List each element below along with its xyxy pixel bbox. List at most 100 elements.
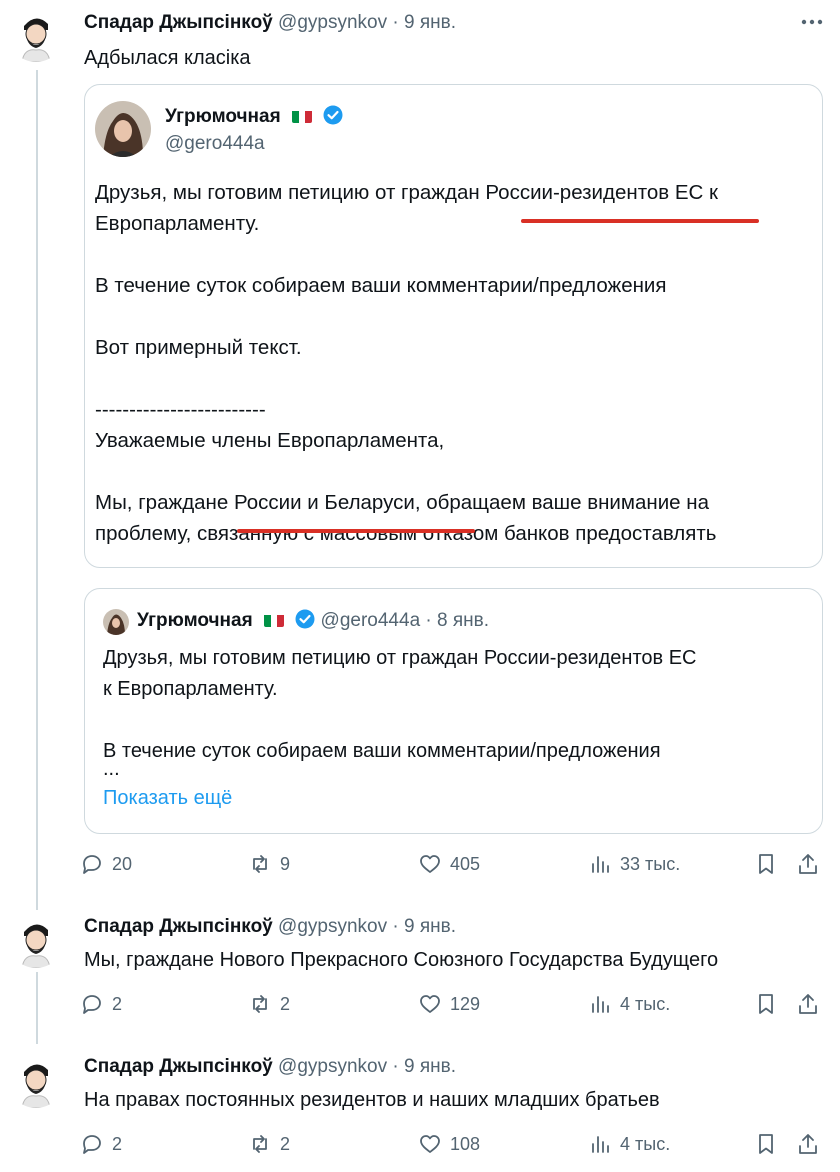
repost-button[interactable]: 2 (248, 992, 290, 1016)
author-name[interactable]: Спадар Джыпсінкоў (84, 916, 273, 937)
bookmark-button[interactable] (754, 852, 778, 876)
like-button[interactable]: 108 (418, 1132, 480, 1156)
quoted-author-handle: @gero444a (320, 610, 421, 631)
red-underline (521, 219, 759, 223)
repost-icon (253, 1135, 267, 1153)
quoted-tweet-header: Угрюмочная @gero444a · 8 янв. (137, 609, 489, 632)
tweet[interactable]: Спадар Джыпсінкоў @gypsynkov · 9 янв. На… (0, 1040, 840, 1172)
show-more-link[interactable]: Показать ещё (103, 787, 232, 810)
like-count: 108 (450, 1133, 481, 1154)
views-count: 4 тыс. (620, 993, 671, 1014)
share-icon (799, 1134, 817, 1154)
like-button[interactable]: 405 (418, 852, 480, 876)
tweet-actions: 2 2 129 4 тыс. (80, 992, 830, 1022)
views-button[interactable]: 4 тыс. (588, 992, 670, 1016)
reply-count: 2 (112, 993, 123, 1014)
like-count: 129 (450, 993, 481, 1014)
share-button[interactable] (796, 852, 820, 876)
text-line: к Европарламенту. (103, 678, 278, 700)
repost-icon (253, 855, 267, 873)
bookmark-button[interactable] (754, 1132, 778, 1156)
views-icon (592, 1136, 609, 1153)
repost-icon (253, 995, 267, 1013)
tweet-header: Спадар Джыпсінкоў @gypsynkov · 9 янв. (84, 916, 456, 938)
avatar[interactable] (8, 6, 64, 62)
author-handle[interactable]: @gypsynkov (278, 12, 387, 33)
verified-badge-icon (323, 105, 343, 125)
tweet-text: Мы, граждане Нового Прекрасного Союзного… (84, 949, 719, 971)
bookmark-icon (759, 994, 773, 1014)
reply-count: 2 (112, 1133, 123, 1154)
tweet-text: Адбылася класіка (84, 47, 251, 69)
like-count: 405 (450, 853, 481, 874)
author-name[interactable]: Спадар Джыпсінкоў (84, 12, 273, 33)
text-line: В течение суток собираем ваши комментари… (103, 740, 661, 762)
text-line: Уважаемые члены Европарламента, (95, 429, 445, 452)
tweet-text: На правах постоянных резидентов и наших … (84, 1089, 660, 1111)
like-icon (420, 995, 440, 1013)
reply-button[interactable]: 2 (80, 992, 122, 1016)
text-line: Вот примерный текст. (95, 336, 302, 359)
verified-badge-icon (295, 609, 315, 629)
like-button[interactable]: 129 (418, 992, 480, 1016)
avatar (103, 609, 129, 635)
repost-button[interactable]: 2 (248, 1132, 290, 1156)
quoted-tweet-image[interactable]: Угрюмочная @gero444a Друзья, мы готовим … (84, 84, 823, 568)
tweet-date[interactable]: 9 янв. (404, 916, 456, 937)
reply-icon (83, 995, 101, 1014)
quoted-tweet-text: Друзья, мы готовим петицию от граждан Ро… (103, 643, 697, 779)
reply-button[interactable]: 2 (80, 1132, 122, 1156)
share-icon (799, 854, 817, 874)
reply-icon (83, 1135, 101, 1154)
repost-count: 2 (280, 1133, 291, 1154)
separator: · (392, 1056, 399, 1077)
tweet-date[interactable]: 9 янв. (404, 1056, 456, 1077)
text-line: проблему, связанную с массовым отказом б… (95, 522, 717, 545)
author-handle[interactable]: @gypsynkov (278, 916, 387, 937)
avatar (95, 101, 151, 157)
quoted-tweet-date: 8 янв. (437, 610, 490, 631)
text-line: Друзья, мы готовим петицию от граждан Ро… (95, 181, 718, 204)
quoted-author-label: Угрюмочная (165, 106, 281, 127)
tweet[interactable]: Спадар Джыпсінкоў @gypsynkov · 9 янв. Мы… (0, 900, 840, 1040)
quoted-text: Друзья, мы готовим петицию от граждан Ро… (95, 177, 815, 549)
quoted-author-name: Угрюмочная (137, 610, 253, 631)
reply-icon (83, 855, 101, 874)
repost-button[interactable]: 9 (248, 852, 290, 876)
separator: · (392, 12, 399, 33)
separator: · (392, 916, 399, 937)
quoted-tweet[interactable]: Угрюмочная @gero444a · 8 янв. Друзья, мы… (84, 588, 823, 834)
repost-count: 2 (280, 993, 291, 1014)
share-button[interactable] (796, 992, 820, 1016)
reply-button[interactable]: 20 (80, 852, 132, 876)
views-button[interactable]: 4 тыс. (588, 1132, 670, 1156)
bookmark-icon (759, 1134, 773, 1154)
text-line: Мы, граждане России и Беларуси, обращаем… (95, 491, 709, 514)
text-line: ------------------------- (95, 398, 266, 421)
quoted-author-name: Угрюмочная (165, 105, 343, 128)
tweet-header: Спадар Джыпсінкоў @gypsynkov · 9 янв. (84, 12, 456, 34)
bookmark-icon (759, 854, 773, 874)
tweet-actions: 2 2 108 4 тыс. (80, 1132, 830, 1162)
reply-count: 20 (112, 853, 133, 874)
share-icon (799, 994, 817, 1014)
more-icon[interactable] (798, 12, 826, 32)
author-name[interactable]: Спадар Джыпсінкоў (84, 1056, 273, 1077)
views-button[interactable]: 33 тыс. (588, 852, 680, 876)
avatar[interactable] (8, 1052, 64, 1108)
share-button[interactable] (796, 1132, 820, 1156)
views-icon (592, 856, 609, 873)
like-icon (420, 855, 440, 873)
views-icon (592, 996, 609, 1013)
views-count: 33 тыс. (620, 853, 681, 874)
bookmark-button[interactable] (754, 992, 778, 1016)
tweet-header: Спадар Джыпсінкоў @gypsynkov · 9 янв. (84, 1056, 456, 1078)
tweet-date[interactable]: 9 янв. (404, 12, 456, 33)
italy-flag-icon (291, 109, 312, 123)
text-line: Друзья, мы готовим петицию от граждан Ро… (103, 647, 697, 669)
quoted-author-handle: @gero444a (165, 133, 265, 154)
author-handle[interactable]: @gypsynkov (278, 1056, 387, 1077)
red-underline (237, 529, 475, 533)
tweet[interactable]: Спадар Джыпсінкоў @gypsynkov · 9 янв. Ад… (0, 0, 840, 900)
avatar[interactable] (8, 912, 64, 968)
